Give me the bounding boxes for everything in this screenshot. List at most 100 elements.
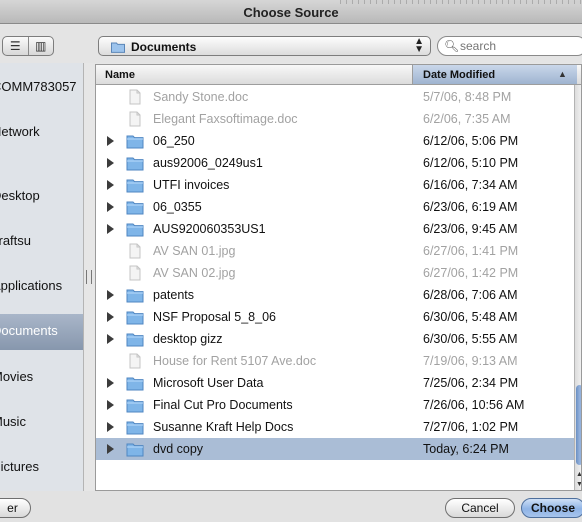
date-modified: Today, 6:24 PM (423, 442, 509, 456)
document-icon (129, 243, 141, 259)
file-row[interactable]: NSF Proposal 5_8_06 6/30/06, 5:48 AM (96, 306, 574, 328)
date-modified: 6/30/06, 5:48 AM (423, 310, 518, 324)
file-name: NSF Proposal 5_8_06 (153, 310, 276, 324)
search-field[interactable]: 🔍︎ (437, 36, 582, 56)
file-row[interactable]: AUS920060353US1 6/23/06, 9:45 AM (96, 218, 574, 240)
new-folder-button[interactable]: er (0, 498, 31, 518)
file-name: aus92006_0249us1 (153, 156, 263, 170)
date-modified: 6/27/06, 1:41 PM (423, 244, 519, 258)
file-row: Elegant Faxsoftimage.doc 6/2/06, 7:35 AM (96, 108, 574, 130)
document-icon (129, 265, 141, 281)
file-row: House for Rent 5107 Ave.doc 7/19/06, 9:13… (96, 350, 574, 372)
date-modified: 7/27/06, 1:02 PM (423, 420, 519, 434)
date-modified: 6/23/06, 9:45 AM (423, 222, 518, 236)
sidebar-item-desktop[interactable]: Desktop (0, 179, 83, 213)
file-row[interactable]: aus92006_0249us1 6/12/06, 5:10 PM (96, 152, 574, 174)
sidebar-item-label: COMM783057 (0, 79, 77, 94)
date-modified: 6/23/06, 6:19 AM (423, 200, 518, 214)
column-header: Name Date Modified ▲ (96, 65, 581, 85)
date-modified: 6/27/06, 1:42 PM (423, 266, 519, 280)
popup-arrows-icon: ▲ ▼ (414, 36, 424, 55)
scroll-up-arrow-icon[interactable]: ▲ (576, 470, 581, 480)
sidebar-item-label: Network (0, 124, 40, 139)
file-row[interactable]: patents 6/28/06, 7:06 AM (96, 284, 574, 306)
sidebar-item-label: Documents (0, 323, 58, 338)
date-modified-column-header[interactable]: Date Modified ▲ (412, 65, 577, 84)
disclosure-triangle-icon[interactable] (107, 312, 114, 322)
sidebar-item-home[interactable]: kraftsu (0, 224, 83, 258)
date-modified: 5/7/06, 8:48 PM (423, 90, 512, 104)
disclosure-triangle-icon[interactable] (107, 136, 114, 146)
disclosure-triangle-icon[interactable] (107, 422, 114, 432)
choose-button[interactable]: Choose (521, 498, 582, 518)
disclosure-triangle-icon[interactable] (107, 290, 114, 300)
disclosure-triangle-icon[interactable] (107, 224, 114, 234)
title-bar: Choose Source (0, 0, 582, 24)
disclosure-triangle-icon[interactable] (107, 444, 114, 454)
date-modified: 6/16/06, 7:34 AM (423, 178, 518, 192)
file-row: Sandy Stone.doc 5/7/06, 8:48 PM (96, 86, 574, 108)
file-name: Elegant Faxsoftimage.doc (153, 112, 298, 126)
folder-icon (126, 333, 144, 347)
file-row[interactable]: Final Cut Pro Documents 7/26/06, 10:56 AM (96, 394, 574, 416)
file-row[interactable]: 06_0355 6/23/06, 6:19 AM (96, 196, 574, 218)
file-row[interactable]: UTFI invoices 6/16/06, 7:34 AM (96, 174, 574, 196)
file-row[interactable]: desktop gizz 6/30/06, 5:55 AM (96, 328, 574, 350)
file-name: AV SAN 02.jpg (153, 266, 236, 280)
disclosure-triangle-icon[interactable] (107, 180, 114, 190)
folder-icon (126, 179, 144, 193)
folder-icon (126, 157, 144, 171)
disclosure-triangle-icon[interactable] (107, 400, 114, 410)
folder-icon (126, 289, 144, 303)
sidebar-item-label: Movies (0, 369, 34, 384)
disclosure-triangle-icon[interactable] (107, 158, 114, 168)
sidebar-item-label: kraftsu (0, 233, 32, 248)
cancel-button[interactable]: Cancel (445, 498, 515, 518)
date-column-label: Date Modified (423, 69, 496, 81)
sidebar-item-network[interactable]: Network (0, 115, 83, 149)
folder-icon (111, 42, 125, 53)
toolbar: ☰ ▥ Documents ▲ ▼ 🔍︎ (0, 25, 582, 63)
sidebar-item-label: Music (0, 414, 26, 429)
file-name: Final Cut Pro Documents (153, 398, 293, 412)
sidebar-item-label: Desktop (0, 188, 40, 203)
scroll-down-arrow-icon[interactable]: ▼ (576, 480, 581, 490)
file-name: House for Rent 5107 Ave.doc (153, 354, 317, 368)
document-icon (129, 89, 141, 105)
disclosure-triangle-icon[interactable] (107, 334, 114, 344)
window-title: Choose Source (243, 5, 339, 20)
file-row[interactable]: Microsoft User Data 7/25/06, 2:34 PM (96, 372, 574, 394)
vertical-scrollbar[interactable]: ▲ ▼ (574, 85, 581, 490)
splitter-handle[interactable] (86, 270, 92, 284)
file-name: 06_0355 (153, 200, 202, 214)
disclosure-triangle-icon[interactable] (107, 378, 114, 388)
sidebar-item-documents[interactable]: Documents (0, 314, 83, 350)
date-modified: 6/30/06, 5:55 AM (423, 332, 518, 346)
column-view-icon: ▥ (35, 39, 47, 53)
name-column-header[interactable]: Name (105, 69, 135, 81)
list-view-button[interactable]: ☰ (3, 37, 28, 55)
sidebar-item-applications[interactable]: Applications (0, 269, 83, 303)
scrollbar-thumb[interactable] (576, 385, 581, 465)
column-view-button[interactable]: ▥ (27, 37, 54, 55)
file-name: AV SAN 01.jpg (153, 244, 236, 258)
sidebar-item-movies[interactable]: Movies (0, 360, 83, 394)
sidebar-item-pictures[interactable]: Pictures (0, 450, 83, 484)
document-icon (129, 353, 141, 369)
file-name: Sandy Stone.doc (153, 90, 249, 104)
file-row[interactable]: 06_250 6/12/06, 5:06 PM (96, 130, 574, 152)
file-row[interactable]: dvd copy Today, 6:24 PM (96, 438, 574, 460)
folder-icon (126, 223, 144, 237)
disclosure-triangle-icon[interactable] (107, 202, 114, 212)
location-popup[interactable]: Documents ▲ ▼ (98, 36, 431, 56)
search-input[interactable] (460, 39, 580, 53)
sidebar-item-computer[interactable]: COMM783057 (0, 70, 83, 104)
file-name: Microsoft User Data (153, 376, 264, 390)
folder-icon (126, 135, 144, 149)
file-row[interactable]: Susanne Kraft Help Docs 7/27/06, 1:02 PM (96, 416, 574, 438)
view-mode-segmented-control: ☰ ▥ (2, 36, 54, 56)
date-modified: 6/28/06, 7:06 AM (423, 288, 518, 302)
file-name: desktop gizz (153, 332, 223, 346)
sidebar-item-music[interactable]: Music (0, 405, 83, 439)
list-view-icon: ☰ (9, 39, 21, 53)
